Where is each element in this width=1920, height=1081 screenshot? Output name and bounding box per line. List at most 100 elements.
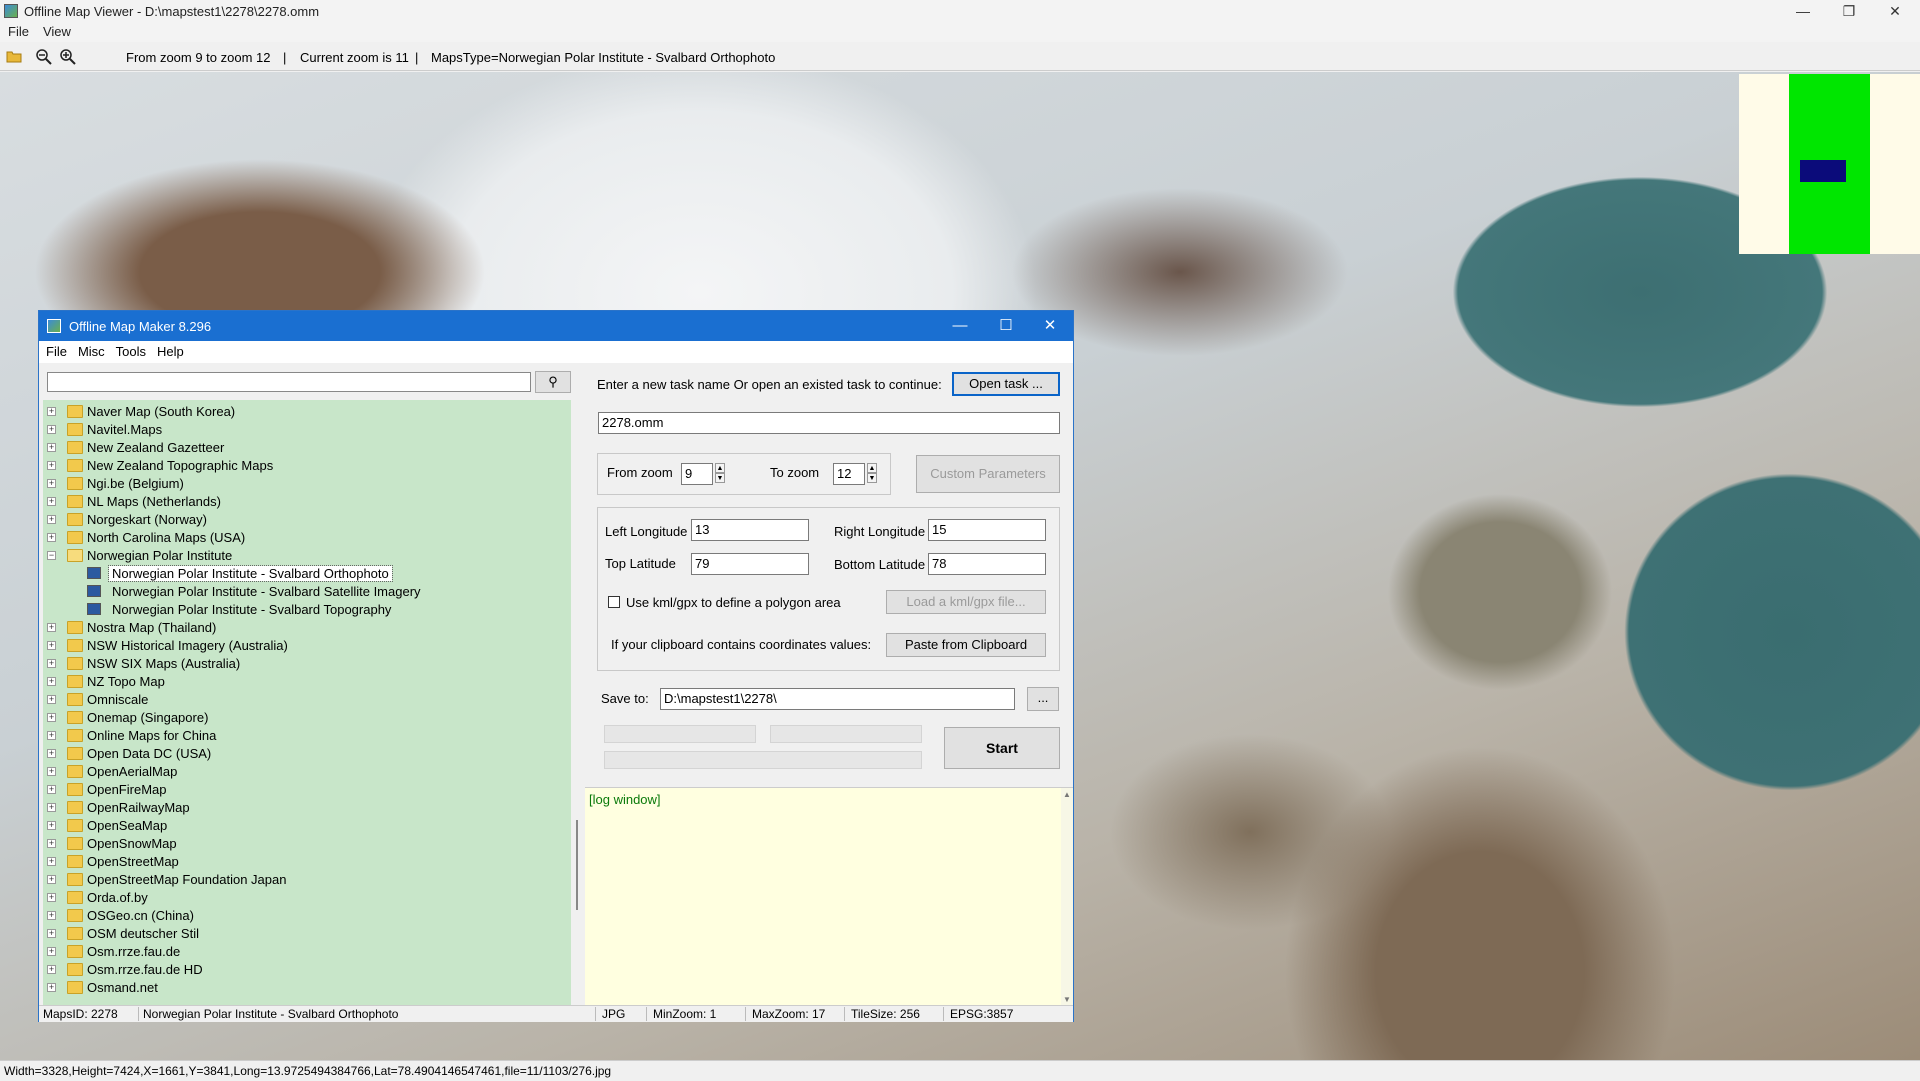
from-zoom-spinner[interactable]: ▲ ▼ [715, 463, 725, 485]
expand-icon[interactable]: + [47, 785, 56, 794]
expand-icon[interactable]: + [47, 983, 56, 992]
expand-icon[interactable]: + [47, 749, 56, 758]
tree-scroll-thumb[interactable] [576, 820, 578, 910]
save-path-input[interactable]: D:\mapstest1\2278\ [660, 688, 1015, 710]
tree-folder-item[interactable]: + OpenStreetMap [43, 853, 571, 871]
tree-folder-item[interactable]: − Norwegian Polar Institute [43, 547, 571, 565]
open-task-button[interactable]: Open task ... [952, 372, 1060, 396]
expand-icon[interactable]: + [47, 533, 56, 542]
expand-icon[interactable]: + [47, 857, 56, 866]
tree-folder-item[interactable]: + OSGeo.cn (China) [43, 907, 571, 925]
tree-folder-item[interactable]: + Navitel.Maps [43, 421, 571, 439]
tree-folder-item[interactable]: + New Zealand Topographic Maps [43, 457, 571, 475]
log-window[interactable]: [log window] ▲ ▼ [585, 787, 1073, 1006]
custom-parameters-button[interactable]: Custom Parameters [916, 455, 1060, 493]
expand-icon[interactable]: + [47, 821, 56, 830]
minimize-button[interactable]: — [1780, 0, 1826, 22]
tree-folder-item[interactable]: + NL Maps (Netherlands) [43, 493, 571, 511]
tree-folder-item[interactable]: + Open Data DC (USA) [43, 745, 571, 763]
dialog-menu-tools[interactable]: Tools [116, 341, 146, 363]
expand-icon[interactable]: + [47, 767, 56, 776]
tree-folder-item[interactable]: + NZ Topo Map [43, 673, 571, 691]
tree-folder-item[interactable]: + OpenStreetMap Foundation Japan [43, 871, 571, 889]
dialog-menu-misc[interactable]: Misc [78, 341, 105, 363]
expand-icon[interactable]: + [47, 443, 56, 452]
tree-folder-item[interactable]: + Ngi.be (Belgium) [43, 475, 571, 493]
tree-map-item[interactable]: Norwegian Polar Institute - Svalbard Ort… [43, 565, 571, 583]
tree-folder-item[interactable]: + NSW Historical Imagery (Australia) [43, 637, 571, 655]
expand-icon[interactable]: + [47, 659, 56, 668]
tree-scrollbar[interactable] [573, 400, 581, 1005]
log-scrollbar[interactable]: ▲ ▼ [1061, 788, 1073, 1006]
paste-clipboard-button[interactable]: Paste from Clipboard [886, 633, 1046, 657]
expand-icon[interactable]: + [47, 947, 56, 956]
expand-icon[interactable]: + [47, 479, 56, 488]
start-button[interactable]: Start [944, 727, 1060, 769]
minimap-viewport[interactable] [1800, 160, 1846, 182]
tree-folder-item[interactable]: + NSW SIX Maps (Australia) [43, 655, 571, 673]
tree-folder-item[interactable]: + Onemap (Singapore) [43, 709, 571, 727]
tree-folder-item[interactable]: + Osm.rrze.fau.de HD [43, 961, 571, 979]
close-button[interactable]: ✕ [1872, 0, 1918, 22]
tree-folder-item[interactable]: + Naver Map (South Korea) [43, 403, 571, 421]
menu-view[interactable]: View [43, 22, 71, 42]
minimap[interactable] [1739, 74, 1920, 254]
dialog-close-button[interactable]: ✕ [1027, 311, 1073, 341]
use-kml-checkbox[interactable] [608, 596, 620, 608]
tree-folder-item[interactable]: + Osm.rrze.fau.de [43, 943, 571, 961]
expand-icon[interactable]: + [47, 407, 56, 416]
tree-map-item[interactable]: Norwegian Polar Institute - Svalbard Top… [43, 601, 571, 619]
right-longitude-input[interactable]: 15 [928, 519, 1046, 541]
open-folder-icon[interactable] [6, 49, 22, 65]
expand-icon[interactable]: + [47, 839, 56, 848]
zoom-out-icon[interactable] [36, 49, 52, 65]
load-kml-button[interactable]: Load a kml/gpx file... [886, 590, 1046, 614]
map-search-input[interactable] [47, 372, 531, 392]
expand-icon[interactable]: + [47, 641, 56, 650]
left-longitude-input[interactable]: 13 [691, 519, 809, 541]
tree-folder-item[interactable]: + Nostra Map (Thailand) [43, 619, 571, 637]
tree-folder-item[interactable]: + Norgeskart (Norway) [43, 511, 571, 529]
to-zoom-spinner[interactable]: ▲ ▼ [867, 463, 877, 485]
dialog-menu-help[interactable]: Help [157, 341, 184, 363]
collapse-icon[interactable]: − [47, 551, 56, 560]
top-latitude-input[interactable]: 79 [691, 553, 809, 575]
tree-folder-item[interactable]: + Osmand.net [43, 979, 571, 997]
expand-icon[interactable]: + [47, 875, 56, 884]
tree-map-item[interactable]: Norwegian Polar Institute - Svalbard Sat… [43, 583, 571, 601]
from-zoom-input[interactable]: 9 [681, 463, 713, 485]
to-zoom-input[interactable]: 12 [833, 463, 865, 485]
expand-icon[interactable]: + [47, 713, 56, 722]
dialog-menu-file[interactable]: File [46, 341, 67, 363]
tree-folder-item[interactable]: + OpenRailwayMap [43, 799, 571, 817]
restore-button[interactable]: ❐ [1826, 0, 1872, 22]
task-name-input[interactable]: 2278.omm [598, 412, 1060, 434]
dialog-maximize-button[interactable]: ☐ [983, 311, 1029, 341]
tree-folder-item[interactable]: + Omniscale [43, 691, 571, 709]
expand-icon[interactable]: + [47, 893, 56, 902]
expand-icon[interactable]: + [47, 461, 56, 470]
browse-folder-button[interactable]: ... [1027, 687, 1059, 711]
tree-folder-item[interactable]: + Online Maps for China [43, 727, 571, 745]
expand-icon[interactable]: + [47, 929, 56, 938]
expand-icon[interactable]: + [47, 677, 56, 686]
tree-folder-item[interactable]: + New Zealand Gazetteer [43, 439, 571, 457]
zoom-in-icon[interactable] [60, 49, 76, 65]
expand-icon[interactable]: + [47, 911, 56, 920]
expand-icon[interactable]: + [47, 515, 56, 524]
expand-icon[interactable]: + [47, 623, 56, 632]
expand-icon[interactable]: + [47, 497, 56, 506]
expand-icon[interactable]: + [47, 425, 56, 434]
tree-folder-item[interactable]: + OpenSeaMap [43, 817, 571, 835]
map-source-tree[interactable]: + Naver Map (South Korea) + Navitel.Maps + Ne… [43, 400, 571, 1005]
tree-folder-item[interactable]: + OpenFireMap [43, 781, 571, 799]
tree-folder-item[interactable]: + OpenSnowMap [43, 835, 571, 853]
bottom-latitude-input[interactable]: 78 [928, 553, 1046, 575]
tree-folder-item[interactable]: + Orda.of.by [43, 889, 571, 907]
expand-icon[interactable]: + [47, 695, 56, 704]
expand-icon[interactable]: + [47, 803, 56, 812]
search-button[interactable]: ⚲ [535, 371, 571, 393]
expand-icon[interactable]: + [47, 731, 56, 740]
menu-file[interactable]: File [8, 22, 29, 42]
expand-icon[interactable]: + [47, 965, 56, 974]
